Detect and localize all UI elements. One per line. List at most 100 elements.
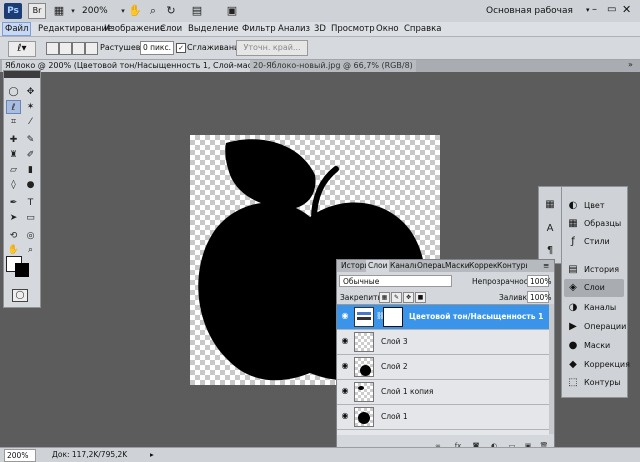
layer-row-hue-saturation[interactable]: ◉ ⛓ Цветовой тон/Насыщенность 1 <box>337 305 549 330</box>
menu-3d[interactable]: 3D <box>314 23 326 35</box>
lasso-tool-icon[interactable]: ℓ <box>6 100 21 114</box>
paragraph-panel-icon[interactable]: ¶ <box>544 245 556 257</box>
layer-mask-thumbnail[interactable] <box>383 307 403 327</box>
zoom-tool-icon[interactable]: ⌕ <box>146 4 160 18</box>
menu-help[interactable]: Справка <box>404 23 441 35</box>
menu-analysis[interactable]: Анализ <box>278 23 310 35</box>
eyedropper-tool-icon[interactable]: ⁄ <box>23 115 38 129</box>
path-selection-tool-icon[interactable]: ➤ <box>6 211 21 225</box>
eye-icon[interactable]: ◉ <box>340 336 350 346</box>
menu-file[interactable]: Файл <box>2 22 32 36</box>
tab-history[interactable]: История <box>339 260 367 272</box>
dock-item-history[interactable]: ▤ История <box>564 261 624 279</box>
type-tool-icon[interactable]: T <box>23 196 38 210</box>
lock-transparency-icon[interactable]: ▦ <box>379 292 390 303</box>
chevron-down-icon[interactable]: ▾ <box>586 6 590 14</box>
eraser-tool-icon[interactable]: ▱ <box>6 163 21 177</box>
feather-input[interactable]: 0 пикс. <box>140 41 174 55</box>
tab-layers[interactable]: Слои <box>366 260 389 272</box>
menu-edit[interactable]: Редактирование <box>38 23 112 35</box>
gradient-tool-icon[interactable]: ▮ <box>23 163 38 177</box>
magic-wand-tool-icon[interactable]: ✶ <box>23 100 38 114</box>
close-icon[interactable]: ✕ <box>622 3 631 16</box>
healing-brush-tool-icon[interactable]: ✚ <box>6 133 21 147</box>
crop-tool-icon[interactable]: ⌗ <box>6 115 21 129</box>
dock-item-actions[interactable]: ▶ Операции <box>564 318 626 336</box>
eye-icon[interactable]: ◉ <box>340 386 350 396</box>
zoom-level-select[interactable]: 200% <box>82 4 116 18</box>
bridge-button[interactable]: Br <box>28 3 46 19</box>
hand-tool-icon[interactable]: ✋ <box>128 4 142 18</box>
tool-preset-picker[interactable]: ℓ▾ <box>8 41 36 57</box>
menu-window[interactable]: Окно <box>376 23 399 35</box>
refine-edge-button[interactable]: Уточн. край... <box>236 40 308 56</box>
hand-tool-icon[interactable]: ✋ <box>6 243 21 257</box>
3d-orbit-tool-icon[interactable]: ◎ <box>23 229 38 243</box>
eye-icon[interactable]: ◉ <box>340 361 350 371</box>
lock-pixels-icon[interactable]: ✎ <box>391 292 402 303</box>
tab-masks[interactable]: Маски <box>443 260 469 272</box>
layer-row-layer-3[interactable]: ◉ Слой 3 <box>337 330 549 355</box>
menu-select[interactable]: Выделение <box>188 23 239 35</box>
opacity-input[interactable]: 100% <box>527 275 551 287</box>
3d-rotate-tool-icon[interactable]: ⟲ <box>6 229 21 243</box>
dock-item-styles[interactable]: ƒ Стили <box>564 233 624 251</box>
clone-stamp-tool-icon[interactable]: ♜ <box>6 148 21 162</box>
minimize-icon[interactable]: – <box>592 4 597 15</box>
tab-actions[interactable]: Операц <box>415 260 445 272</box>
move-tool-icon[interactable]: ✥ <box>23 85 38 99</box>
lock-position-icon[interactable]: ✥ <box>403 292 414 303</box>
layer-row-layer-1-copy[interactable]: ◉ Слой 1 копия <box>337 380 549 405</box>
chevron-down-icon[interactable]: ▾ <box>66 4 80 18</box>
blur-tool-icon[interactable]: ◊ <box>6 178 21 192</box>
tab-apple-new-jpg[interactable]: 20-Яблоко-новый.jpg @ 66,7% (RGB/8) <box>250 60 416 72</box>
menu-filter[interactable]: Фильтр <box>242 23 276 35</box>
zoom-tool-icon[interactable]: ⌕ <box>23 243 38 257</box>
tab-paths[interactable]: Контуры <box>495 260 527 272</box>
status-menu-icon[interactable]: ▸ <box>150 450 154 459</box>
view-extras-icon[interactable]: ▦ <box>52 4 66 18</box>
antialias-checkbox[interactable]: ✓ <box>176 43 186 53</box>
intersect-selection-icon[interactable] <box>85 42 98 55</box>
fill-input[interactable]: 100% <box>527 291 551 303</box>
layer-row-layer-2[interactable]: ◉ Слой 2 <box>337 355 549 380</box>
lock-all-icon[interactable]: ■ <box>415 292 426 303</box>
blend-mode-select[interactable]: Обычные <box>339 275 452 287</box>
status-zoom-input[interactable]: 200% <box>4 449 36 462</box>
new-selection-icon[interactable] <box>46 42 59 55</box>
quick-mask-button[interactable]: ◯ <box>12 289 28 302</box>
workspace-select[interactable]: Основная рабочая среда <box>486 3 584 32</box>
add-to-selection-icon[interactable] <box>59 42 72 55</box>
menu-layers[interactable]: Слои <box>160 23 182 35</box>
menu-image[interactable]: Изображение <box>104 23 165 35</box>
tab-apple-document[interactable]: Яблоко @ 200% (Цветовой тон/Насыщенность… <box>2 60 283 72</box>
pen-tool-icon[interactable]: ✒ <box>6 196 21 210</box>
character-panel-icon[interactable]: A <box>544 223 556 235</box>
eye-icon[interactable]: ◉ <box>340 411 350 421</box>
tab-channels[interactable]: Каналы <box>388 260 416 272</box>
dock-item-layers[interactable]: ◈ Слои <box>564 279 624 297</box>
background-color-swatch[interactable] <box>15 263 29 277</box>
layer-list-scrollbar[interactable] <box>549 304 554 434</box>
brush-tool-icon[interactable]: ✎ <box>23 133 38 147</box>
dock-item-channels[interactable]: ◑ Каналы <box>564 299 624 317</box>
brush-panel-icon[interactable]: ▦ <box>544 199 556 211</box>
marquee-tool-icon[interactable]: ◯ <box>6 85 21 99</box>
dock-item-adjustments[interactable]: ◆ Коррекция <box>564 356 630 374</box>
arrange-documents-icon[interactable]: ▤ <box>190 4 204 18</box>
toolbox-header[interactable] <box>4 71 40 78</box>
screen-mode-icon[interactable]: ▣ <box>225 4 239 18</box>
panel-menu-icon[interactable]: ≡ <box>541 260 553 272</box>
menu-view[interactable]: Просмотр <box>331 23 375 35</box>
maximize-icon[interactable]: ▭ <box>607 4 616 15</box>
dock-item-paths[interactable]: ⬚ Контуры <box>564 374 624 392</box>
eye-icon[interactable]: ◉ <box>340 311 350 321</box>
history-brush-tool-icon[interactable]: ✐ <box>23 148 38 162</box>
dock-item-masks[interactable]: ● Маски <box>564 337 624 355</box>
tab-adjustments[interactable]: Коррек <box>467 260 497 272</box>
rotate-view-icon[interactable]: ↻ <box>164 4 178 18</box>
more-tabs-icon[interactable]: » <box>628 60 633 69</box>
dock-item-color[interactable]: ◐ Цвет <box>564 197 624 215</box>
layer-row-layer-1[interactable]: ◉ Слой 1 <box>337 405 549 430</box>
subtract-selection-icon[interactable] <box>72 42 85 55</box>
